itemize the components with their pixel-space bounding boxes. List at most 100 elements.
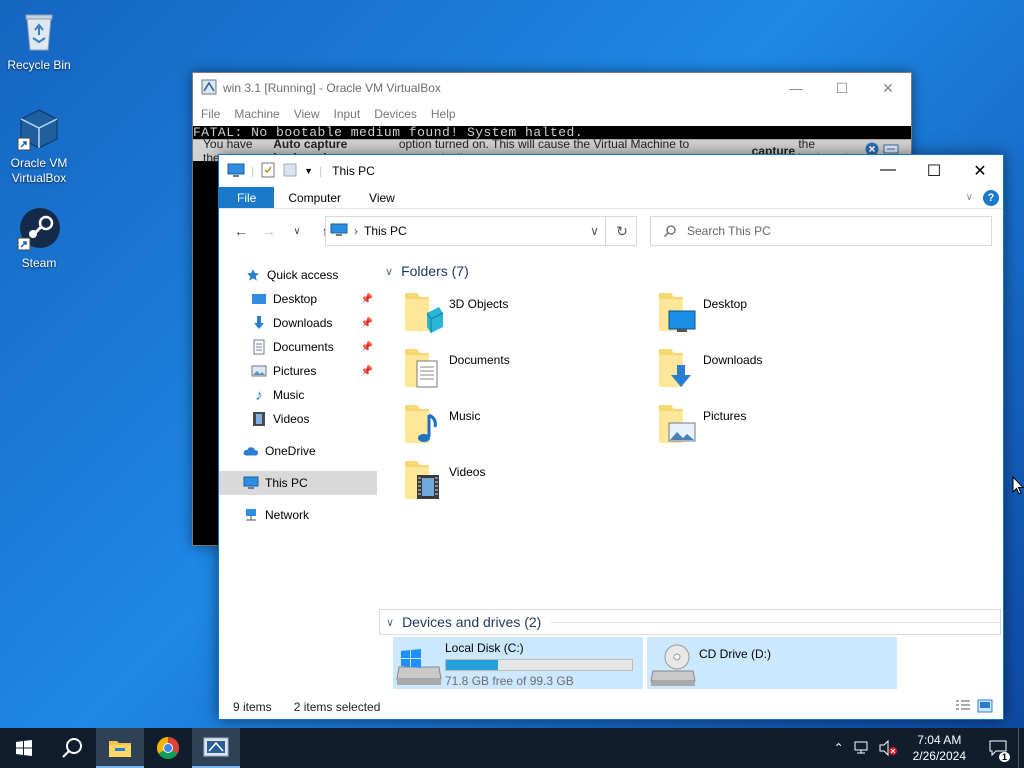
- nav-item-music[interactable]: ♪ Music: [219, 383, 377, 407]
- collapse-chevron-icon[interactable]: ∨: [386, 616, 394, 629]
- network-status-icon[interactable]: [851, 741, 875, 755]
- navigation-pane: Quick access Desktop 📌 Downloads 📌 Docum…: [219, 263, 377, 695]
- refresh-icon[interactable]: ↻: [607, 216, 637, 246]
- desktop-folder-icon: [251, 291, 267, 307]
- nav-label-network: Network: [265, 508, 310, 522]
- drive-cd-d[interactable]: CD Drive (D:): [647, 637, 897, 689]
- address-dropdown-chevron-icon[interactable]: ∨: [584, 217, 606, 245]
- nav-item-videos[interactable]: Videos: [219, 407, 377, 431]
- music-folder-icon: [403, 401, 443, 447]
- virtualbox-icon: [16, 106, 62, 152]
- folder-pictures[interactable]: Pictures: [657, 401, 897, 453]
- status-selected-count: 2 items selected: [293, 700, 381, 714]
- downloads-folder-icon: [657, 345, 697, 391]
- taskbar-virtualbox[interactable]: [192, 728, 240, 768]
- vbox-menu-input[interactable]: Input: [334, 107, 361, 121]
- folder-documents[interactable]: Documents: [403, 345, 643, 397]
- vbox-menu-devices[interactable]: Devices: [374, 107, 417, 121]
- search-button[interactable]: [48, 728, 96, 768]
- recycle-bin-desktop-icon[interactable]: Recycle Bin: [4, 8, 74, 73]
- folder-videos[interactable]: Videos: [403, 457, 643, 509]
- explorer-maximize-button[interactable]: ☐: [911, 161, 957, 181]
- file-explorer-window[interactable]: | ▼ | This PC — ☐ ✕ File Computer View ∨…: [218, 154, 1004, 720]
- volume-muted-icon[interactable]: [875, 740, 901, 756]
- nav-item-quick-access[interactable]: Quick access: [219, 263, 377, 287]
- folder-downloads[interactable]: Downloads: [657, 345, 897, 397]
- 3d-objects-folder-icon: [403, 289, 444, 335]
- taskbar: ⌃ 7:04 AM 2/26/2024 1: [0, 728, 1024, 768]
- properties-icon[interactable]: [260, 162, 276, 181]
- drives-group-header[interactable]: ∨ Devices and drives (2): [379, 609, 1001, 635]
- breadcrumb-separator-icon[interactable]: ›: [354, 224, 358, 238]
- ribbon-tab-file[interactable]: File: [219, 187, 275, 208]
- collapse-chevron-icon[interactable]: ∨: [385, 265, 393, 278]
- pin-icon[interactable]: 📌: [361, 366, 373, 377]
- document-icon: [251, 339, 267, 355]
- folder-name: Desktop: [703, 297, 748, 311]
- new-folder-icon[interactable]: [282, 162, 298, 181]
- virtualbox-menubar: File Machine View Input Devices Help: [193, 103, 911, 125]
- vbox-menu-file[interactable]: File: [201, 107, 220, 121]
- folders-group-header[interactable]: ∨ Folders (7): [385, 263, 515, 279]
- folder-3d-objects[interactable]: 3D Objects: [403, 289, 643, 341]
- file-explorer-icon: [109, 741, 131, 757]
- vbox-menu-machine[interactable]: Machine: [234, 107, 279, 121]
- nav-item-network[interactable]: Network: [219, 503, 377, 527]
- ribbon-tab-computer[interactable]: Computer: [274, 187, 355, 208]
- folder-name: Downloads: [703, 353, 763, 367]
- pin-icon[interactable]: 📌: [361, 318, 373, 329]
- vbox-close-button[interactable]: ✕: [865, 80, 911, 97]
- search-box[interactable]: Search This PC: [650, 216, 992, 246]
- steam-desktop-icon[interactable]: Steam: [4, 206, 74, 271]
- customize-qat-chevron-icon[interactable]: ▼: [304, 166, 313, 176]
- show-hidden-icons-chevron-icon[interactable]: ⌃: [827, 741, 851, 755]
- address-bar[interactable]: › This PC ∨: [325, 216, 637, 246]
- taskbar-chrome[interactable]: [144, 728, 192, 768]
- large-icons-view-icon[interactable]: [977, 699, 993, 716]
- nav-item-this-pc[interactable]: This PC: [219, 471, 377, 495]
- folders-header-label: Folders (7): [401, 263, 469, 279]
- drives-header-label: Devices and drives (2): [402, 614, 542, 630]
- virtualbox-window-title: win 3.1 [Running] - Oracle VM VirtualBox: [223, 81, 441, 95]
- explorer-titlebar[interactable]: | ▼ | This PC — ☐ ✕: [219, 155, 1003, 187]
- pictures-icon: [251, 363, 267, 379]
- ribbon-tab-view[interactable]: View: [355, 187, 409, 208]
- help-icon[interactable]: ?: [983, 189, 999, 206]
- vbox-menu-view[interactable]: View: [294, 107, 320, 121]
- nav-item-downloads[interactable]: Downloads 📌: [219, 311, 377, 335]
- explorer-close-button[interactable]: ✕: [957, 161, 1003, 181]
- clock[interactable]: 7:04 AM 2/26/2024: [901, 732, 978, 764]
- nav-label-desktop: Desktop: [273, 292, 318, 306]
- vbox-maximize-button[interactable]: ☐: [819, 80, 865, 97]
- search-icon: [664, 225, 676, 237]
- pin-icon[interactable]: 📌: [361, 294, 373, 305]
- back-arrow-icon[interactable]: ←: [231, 223, 251, 239]
- notification-count-badge: 1: [998, 752, 1010, 762]
- recent-locations-chevron-icon[interactable]: ∨: [287, 226, 307, 237]
- vbox-menu-help[interactable]: Help: [431, 107, 456, 121]
- virtualbox-titlebar[interactable]: win 3.1 [Running] - Oracle VM VirtualBox…: [193, 73, 911, 103]
- videos-folder-icon: [403, 457, 443, 503]
- drive-c-usage-bar: [445, 659, 633, 671]
- virtualbox-desktop-icon[interactable]: Oracle VM VirtualBox: [4, 106, 74, 186]
- vbox-minimize-button[interactable]: —: [773, 80, 819, 97]
- details-view-icon[interactable]: [955, 699, 971, 716]
- drive-local-disk-c[interactable]: Local Disk (C:) 71.8 GB free of 99.3 GB: [393, 637, 643, 689]
- explorer-minimize-button[interactable]: —: [865, 161, 911, 181]
- folder-desktop[interactable]: Desktop: [657, 289, 897, 341]
- folder-music[interactable]: Music: [403, 401, 643, 453]
- nav-item-documents[interactable]: Documents 📌: [219, 335, 377, 359]
- taskbar-file-explorer[interactable]: [96, 728, 144, 768]
- forward-arrow-icon[interactable]: →: [259, 223, 279, 239]
- show-desktop-button[interactable]: [1018, 728, 1024, 768]
- pin-icon[interactable]: 📌: [361, 342, 373, 353]
- nav-item-pictures[interactable]: Pictures 📌: [219, 359, 377, 383]
- expand-ribbon-chevron-icon[interactable]: ∨: [966, 192, 973, 203]
- nav-label-this-pc: This PC: [265, 476, 308, 490]
- documents-folder-icon: [403, 345, 443, 391]
- action-center-button[interactable]: 1: [978, 728, 1018, 768]
- this-pc-title-icon: [227, 162, 245, 181]
- start-button[interactable]: [0, 728, 48, 768]
- nav-item-desktop[interactable]: Desktop 📌: [219, 287, 377, 311]
- nav-item-onedrive[interactable]: OneDrive: [219, 439, 377, 463]
